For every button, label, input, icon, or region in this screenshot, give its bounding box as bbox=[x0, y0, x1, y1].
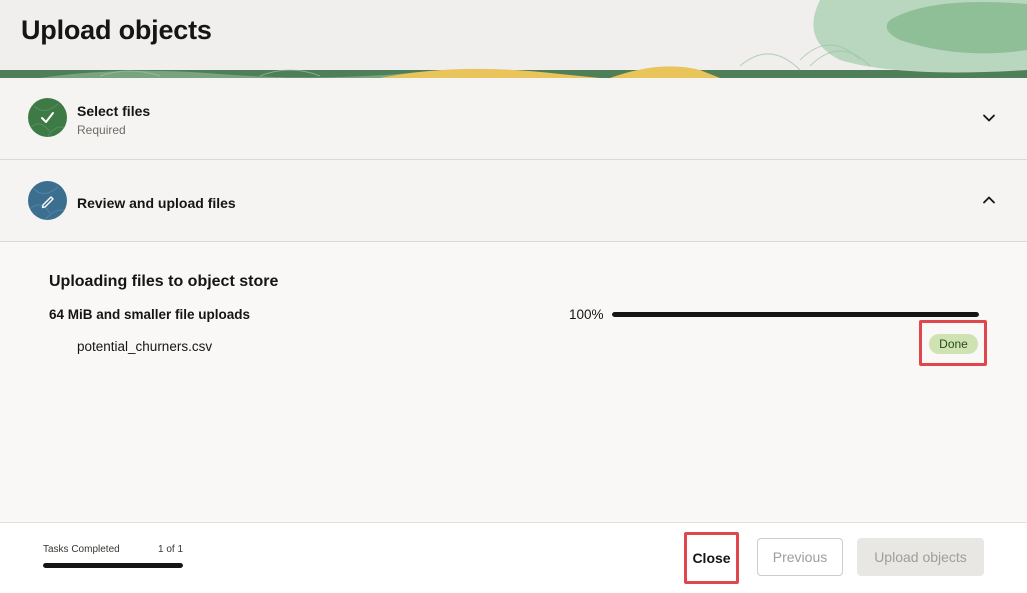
step-title: Review and upload files bbox=[77, 195, 236, 211]
upload-progress-panel: Uploading files to object store 64 MiB a… bbox=[0, 242, 1027, 522]
dialog-header: Upload objects bbox=[0, 0, 1027, 78]
step-title: Select files bbox=[77, 103, 151, 119]
upload-progress-fill bbox=[612, 312, 979, 317]
close-button[interactable]: Close bbox=[689, 539, 734, 577]
step-subtitle: Required bbox=[77, 123, 126, 137]
file-name: potential_churners.csv bbox=[77, 339, 213, 354]
tasks-progress-bar bbox=[43, 563, 183, 568]
step-select-files[interactable]: Select files Required bbox=[0, 78, 1027, 160]
previous-button[interactable]: Previous bbox=[757, 538, 843, 576]
tasks-progress-fill bbox=[43, 563, 183, 568]
dialog-title: Upload objects bbox=[21, 15, 212, 45]
tasks-completed-label: Tasks Completed bbox=[43, 544, 120, 555]
upload-group-label: 64 MiB and smaller file uploads bbox=[49, 307, 251, 322]
upload-objects-button[interactable]: Upload objects bbox=[857, 538, 984, 576]
step-complete-badge bbox=[28, 98, 67, 137]
step-review-upload[interactable]: Review and upload files bbox=[0, 160, 1027, 242]
check-icon bbox=[29, 103, 67, 137]
progress-percent: 100% bbox=[569, 307, 604, 322]
status-badge: Done bbox=[929, 334, 978, 354]
upload-progress-bar bbox=[612, 312, 979, 317]
step-active-badge bbox=[28, 181, 67, 220]
pencil-icon bbox=[29, 186, 67, 220]
dialog-footer: Tasks Completed 1 of 1 Close Previous Up… bbox=[0, 522, 1027, 593]
section-title: Uploading files to object store bbox=[49, 273, 279, 290]
chevron-up-icon[interactable] bbox=[981, 192, 997, 208]
chevron-down-icon[interactable] bbox=[981, 110, 997, 126]
tasks-completed-count: 1 of 1 bbox=[158, 544, 184, 555]
